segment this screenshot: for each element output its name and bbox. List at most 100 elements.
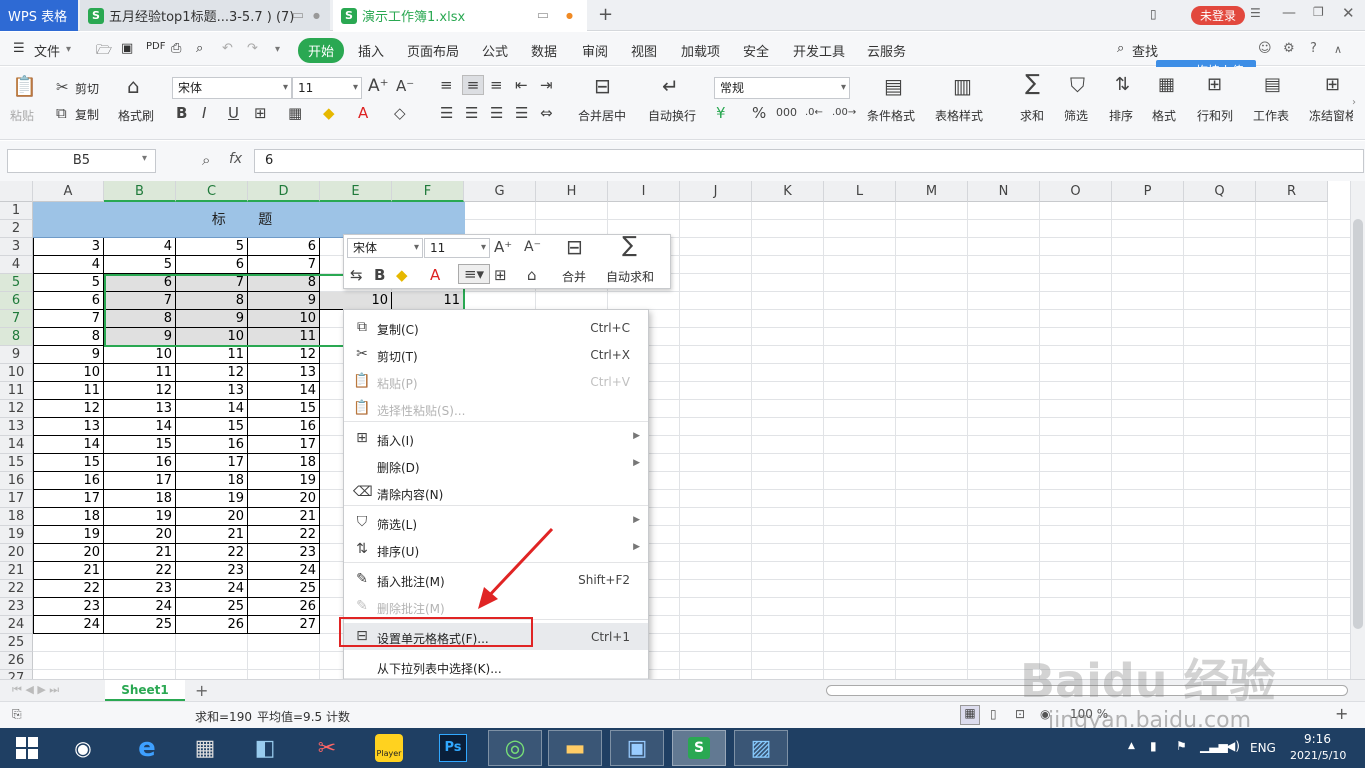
cell-c3[interactable]: 5 xyxy=(176,238,248,256)
cell-a10[interactable]: 10 xyxy=(33,364,104,382)
cell-d13[interactable]: 16 xyxy=(248,418,320,436)
cell-d4[interactable]: 7 xyxy=(248,256,320,274)
cell-d9[interactable]: 12 xyxy=(248,346,320,364)
zoom-icon[interactable]: ⌕ xyxy=(202,151,210,169)
font-color-icon[interactable]: A xyxy=(358,104,368,122)
row-header-15[interactable]: 15 xyxy=(0,454,33,472)
cell-c23[interactable]: 25 xyxy=(176,598,248,616)
cell-d5[interactable]: 8 xyxy=(248,274,320,292)
menu-tab-view[interactable]: 视图 xyxy=(631,41,657,60)
tray-expand-icon[interactable]: ▲ xyxy=(1128,741,1135,751)
select-all-corner[interactable] xyxy=(0,181,33,202)
tool-app-icon[interactable]: ✂ xyxy=(300,730,354,766)
cell-b4[interactable]: 5 xyxy=(104,256,176,274)
cell-d10[interactable]: 13 xyxy=(248,364,320,382)
cell-c11[interactable]: 13 xyxy=(176,382,248,400)
cell-d20[interactable]: 23 xyxy=(248,544,320,562)
control-panel-icon[interactable]: ▣ xyxy=(610,730,664,766)
indent-increase-icon[interactable]: ⇥ xyxy=(540,76,553,94)
monitor-app-icon[interactable]: ◧ xyxy=(238,730,292,766)
cell-d14[interactable]: 17 xyxy=(248,436,320,454)
row-header-21[interactable]: 21 xyxy=(0,562,33,580)
cell-a13[interactable]: 13 xyxy=(33,418,104,436)
row-header-12[interactable]: 12 xyxy=(0,400,33,418)
paste-button[interactable]: 粘贴 xyxy=(10,107,34,124)
cell-a5[interactable]: 5 xyxy=(33,274,104,292)
cell-c12[interactable]: 14 xyxy=(176,400,248,418)
rows-cols-button[interactable]: 行和列 xyxy=(1197,107,1233,124)
distribute-icon[interactable]: ⇔ xyxy=(540,104,553,122)
conditional-format-button[interactable]: 条件格式 xyxy=(867,107,915,124)
table-style-button[interactable]: 表格样式 xyxy=(935,107,983,124)
signal-icon[interactable]: ▁▃▅ xyxy=(1200,739,1228,753)
chevron-down-icon[interactable]: ▾ xyxy=(66,44,71,55)
cell-b15[interactable]: 16 xyxy=(104,454,176,472)
menu-tab-insert[interactable]: 插入 xyxy=(358,41,384,60)
cell-c24[interactable]: 26 xyxy=(176,616,248,634)
cell-d19[interactable]: 22 xyxy=(248,526,320,544)
font-color-icon[interactable]: A xyxy=(430,266,440,284)
settings-icon[interactable]: ⚙ xyxy=(1283,41,1295,56)
cut-button[interactable]: 剪切 xyxy=(75,80,99,97)
align-bottom-icon[interactable]: ≡ xyxy=(490,76,503,94)
cell-c6[interactable]: 8 xyxy=(176,292,248,310)
cell-b12[interactable]: 13 xyxy=(104,400,176,418)
menu-tab-review[interactable]: 审阅 xyxy=(582,41,608,60)
cell-a6[interactable]: 6 xyxy=(33,292,104,310)
decrease-font-icon[interactable]: A⁻ xyxy=(396,77,414,95)
start-button[interactable] xyxy=(0,730,54,766)
context-menu-item-6[interactable]: ⌫ 清除内容(N) xyxy=(344,479,648,506)
format-button[interactable]: 格式 xyxy=(1152,107,1176,124)
screen-icon[interactable]: ▭ xyxy=(292,8,304,23)
italic-icon[interactable]: I xyxy=(202,104,206,122)
cell-a17[interactable]: 17 xyxy=(33,490,104,508)
row-header-19[interactable]: 19 xyxy=(0,526,33,544)
increase-font-icon[interactable]: A⁺ xyxy=(368,77,389,95)
column-header-p[interactable]: P xyxy=(1112,181,1184,202)
clock-date[interactable]: 2021/5/10 xyxy=(1290,749,1346,762)
save-icon[interactable]: ▣ xyxy=(121,41,133,56)
restore-icon[interactable]: ❐ xyxy=(1313,5,1324,19)
format-painter-icon[interactable]: ⌂ xyxy=(527,266,537,284)
sort-button[interactable]: 排序 xyxy=(1109,107,1133,124)
calculator-icon[interactable]: ▦ xyxy=(178,730,232,766)
column-header-f[interactable]: F xyxy=(392,181,464,202)
cell-b19[interactable]: 20 xyxy=(104,526,176,544)
cell-a24[interactable]: 24 xyxy=(33,616,104,634)
cell-d24[interactable]: 27 xyxy=(248,616,320,634)
cell-c9[interactable]: 11 xyxy=(176,346,248,364)
scroll-thumb[interactable] xyxy=(1353,219,1363,629)
ie-icon[interactable]: e xyxy=(120,730,174,766)
name-box[interactable]: B5 xyxy=(7,149,156,173)
cell-b11[interactable]: 12 xyxy=(104,382,176,400)
cell-c15[interactable]: 17 xyxy=(176,454,248,472)
justify-icon[interactable]: ☰ xyxy=(515,104,528,122)
more-icon[interactable]: ▾ xyxy=(275,44,280,55)
cell-c14[interactable]: 16 xyxy=(176,436,248,454)
cell-f6[interactable]: 11 xyxy=(392,292,464,310)
percent-icon[interactable]: % xyxy=(752,104,766,122)
document-tab-1[interactable]: S 五月经验top1标题...3-5.7 ) (7) ▭ ● xyxy=(80,0,330,31)
cell-b23[interactable]: 24 xyxy=(104,598,176,616)
cell-b3[interactable]: 4 xyxy=(104,238,176,256)
align-center-icon[interactable]: ☰ xyxy=(465,104,478,122)
filter-button[interactable]: 筛选 xyxy=(1064,107,1088,124)
print-preview-icon[interactable]: ⌕ xyxy=(196,41,203,56)
cell-c5[interactable]: 7 xyxy=(176,274,248,292)
cell-b6[interactable]: 7 xyxy=(104,292,176,310)
row-header-16[interactable]: 16 xyxy=(0,472,33,490)
cell-e6[interactable]: 10 xyxy=(320,292,392,310)
cell-c19[interactable]: 21 xyxy=(176,526,248,544)
row-header-5[interactable]: 5 xyxy=(0,274,33,292)
cell-b17[interactable]: 18 xyxy=(104,490,176,508)
cell-c4[interactable]: 6 xyxy=(176,256,248,274)
sheet-title-cell[interactable]: 标 题 xyxy=(33,202,465,238)
column-header-e[interactable]: E xyxy=(320,181,392,202)
column-header-c[interactable]: C xyxy=(176,181,248,202)
search-icon[interactable]: ⌕ xyxy=(1117,41,1124,56)
row-header-8[interactable]: 8 xyxy=(0,328,33,346)
mini-font-select[interactable]: 宋体 xyxy=(347,238,423,258)
row-header-14[interactable]: 14 xyxy=(0,436,33,454)
cell-b7[interactable]: 8 xyxy=(104,310,176,328)
mini-autosum-button[interactable]: 自动求和 xyxy=(606,268,654,285)
